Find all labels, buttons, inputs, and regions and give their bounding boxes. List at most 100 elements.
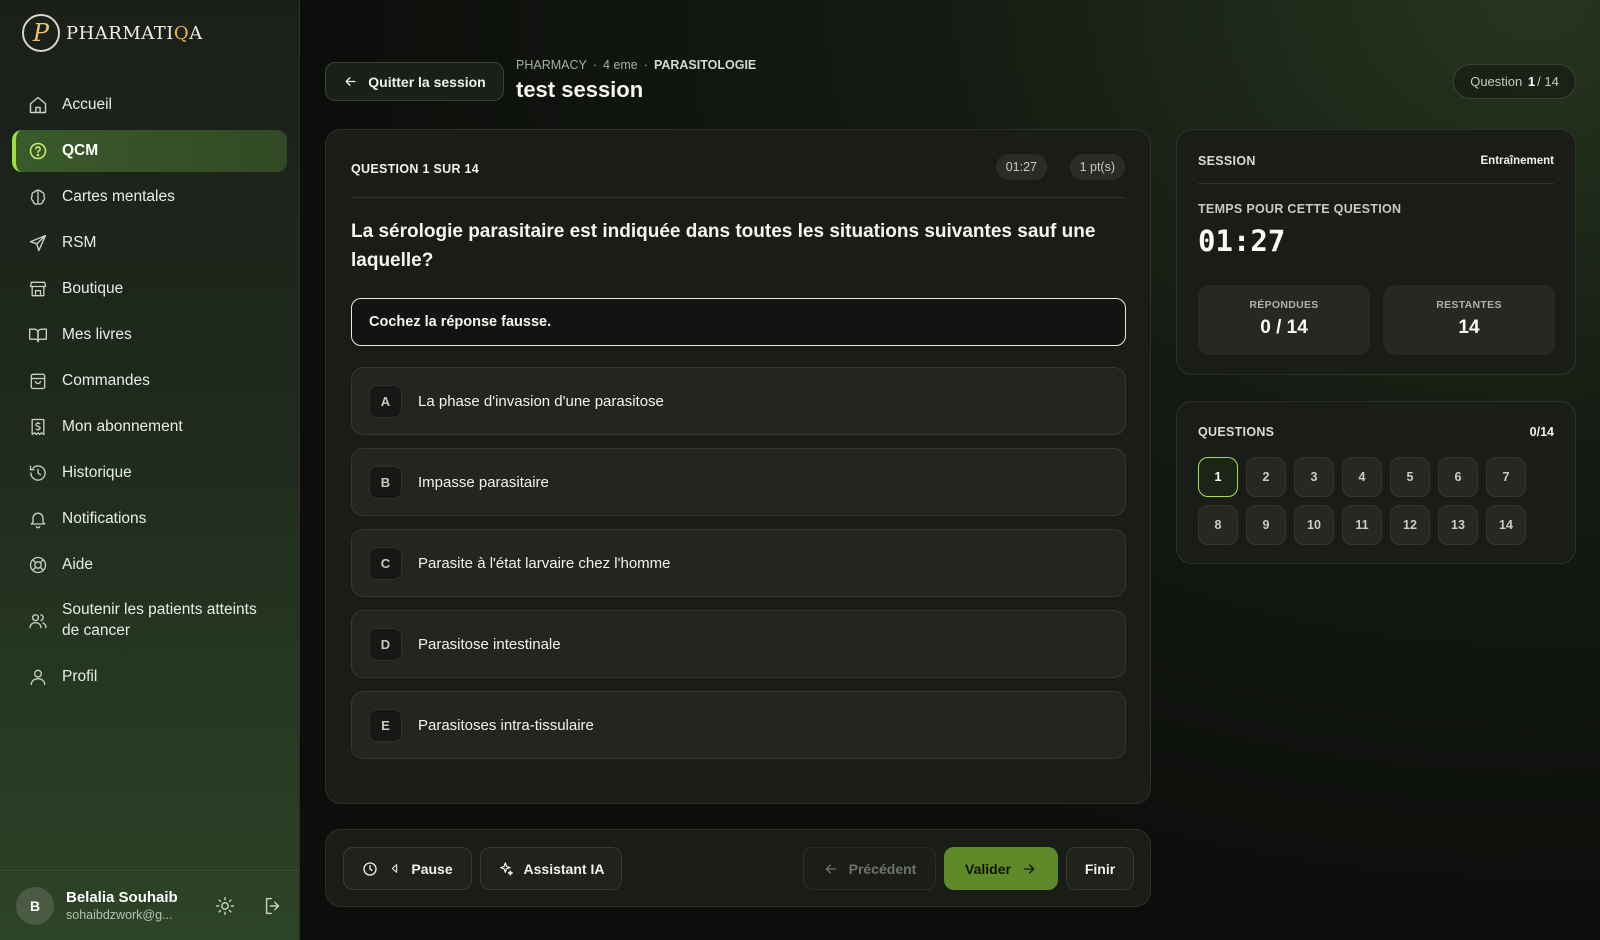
session-panel-header: SESSION Entraînement	[1198, 154, 1554, 184]
question-number-grid: 1 2 3 4 5 6 7 8 9 10 11 12 13 14	[1198, 457, 1538, 545]
remaining-label: RESTANTES	[1436, 299, 1502, 311]
sidebar-item-aide[interactable]: Aide	[12, 544, 287, 586]
question-nav-button[interactable]: 7	[1486, 457, 1526, 497]
sidebar-item-boutique[interactable]: Boutique	[12, 268, 287, 310]
option-text: La phase d'invasion d'une parasitose	[418, 392, 664, 410]
question-card: QUESTION 1 SUR 14 01:27 1 pt(s) La sérol…	[325, 129, 1151, 804]
sidebar-item-mes-livres[interactable]: Mes livres	[12, 314, 287, 356]
previous-button[interactable]: Précédent	[803, 847, 936, 890]
breadcrumb-faculty: PHARMACY	[516, 58, 587, 72]
logout-icon[interactable]	[262, 895, 284, 917]
sidebar-item-label: Mes livres	[62, 325, 132, 343]
arrow-right-icon	[1023, 863, 1035, 874]
lifebuoy-icon	[29, 556, 47, 574]
theme-toggle-sun-icon[interactable]	[214, 895, 236, 917]
quit-session-label: Quitter la session	[368, 73, 486, 90]
questions-navigator-panel: QUESTIONS 0/14 1 2 3 4 5 6 7 8 9 10 11 12 13 14	[1176, 401, 1576, 564]
answered-stat: RÉPONDUES 0 / 14	[1198, 285, 1370, 355]
question-points-pill: 1 pt(s)	[1069, 154, 1125, 180]
question-nav-button[interactable]: 10	[1294, 505, 1334, 545]
bell-icon	[30, 512, 46, 529]
question-nav-button[interactable]: 3	[1294, 457, 1334, 497]
option-letter: B	[369, 465, 402, 499]
pause-button[interactable]: Pause	[343, 847, 472, 890]
option-letter: D	[369, 627, 402, 661]
question-nav-button[interactable]: 8	[1198, 505, 1238, 545]
sidebar-item-rsm[interactable]: RSM	[12, 222, 287, 264]
history-icon	[29, 465, 46, 481]
option-text: Parasitoses intra-tissulaire	[418, 716, 594, 734]
sidebar-item-historique[interactable]: Historique	[12, 452, 287, 494]
sidebar-item-notifications[interactable]: Notifications	[12, 498, 287, 540]
sidebar-item-label: Notifications	[62, 509, 147, 527]
user-info: Belalia Souhaib sohaibdzwork@g...	[66, 889, 188, 922]
question-timer-pill: 01:27	[995, 154, 1047, 180]
sidebar-item-commandes[interactable]: Commandes	[12, 360, 287, 402]
question-nav-button[interactable]: 5	[1390, 457, 1430, 497]
previous-label: Précédent	[848, 860, 917, 877]
action-bar: Pause Assistant IA Précédent Valider Fin…	[325, 829, 1151, 907]
answer-option-c[interactable]: C Parasite à l'état larvaire chez l'homm…	[351, 529, 1126, 597]
sidebar-item-soutenir[interactable]: Soutenir les patients atteints de cancer	[12, 590, 287, 652]
users-icon	[29, 614, 47, 629]
question-nav-button[interactable]: 12	[1390, 505, 1430, 545]
option-text: Parasite à l'état larvaire chez l'homme	[418, 554, 671, 572]
breadcrumb-module: PARASITOLOGIE	[653, 58, 757, 72]
answer-option-b[interactable]: B Impasse parasitaire	[351, 448, 1126, 516]
chevron-left-icon	[392, 864, 398, 873]
questions-answered-count: 0/14	[1529, 425, 1554, 439]
user-email: sohaibdzwork@g...	[66, 908, 173, 922]
brain-icon	[30, 189, 46, 205]
sidebar-item-profil[interactable]: Profil	[12, 656, 287, 698]
answer-option-e[interactable]: E Parasitoses intra-tissulaire	[351, 691, 1126, 759]
help-circle-icon	[29, 142, 47, 160]
pause-label: Pause	[411, 860, 453, 877]
question-instruction: Cochez la réponse fausse.	[351, 298, 1126, 346]
question-nav-button[interactable]: 9	[1246, 505, 1286, 545]
validate-label: Valider	[965, 860, 1011, 877]
ai-assistant-button[interactable]: Assistant IA	[480, 847, 622, 890]
remaining-value: 14	[1458, 317, 1480, 338]
avatar[interactable]: B	[16, 886, 54, 925]
page-title: test session	[516, 77, 644, 102]
question-nav-button[interactable]: 2	[1246, 457, 1286, 497]
option-letter: E	[369, 708, 402, 742]
question-nav-button[interactable]: 6	[1438, 457, 1478, 497]
session-panel: SESSION Entraînement TEMPS POUR CETTE QU…	[1176, 129, 1576, 375]
finish-button[interactable]: Finir	[1066, 847, 1134, 890]
sidebar-item-label: Boutique	[62, 279, 124, 297]
quit-session-button[interactable]: Quitter la session	[325, 62, 504, 101]
question-nav-button[interactable]: 14	[1486, 505, 1526, 545]
question-nav-button[interactable]: 4	[1342, 457, 1382, 497]
option-letter: C	[369, 546, 402, 580]
sidebar-item-label: Soutenir les patients atteints de cancer	[62, 601, 257, 639]
answer-option-a[interactable]: A La phase d'invasion d'une parasitose	[351, 367, 1126, 435]
sidebar-item-label: Commandes	[62, 371, 150, 389]
validate-button[interactable]: Valider	[944, 847, 1058, 890]
question-nav-button[interactable]: 11	[1342, 505, 1382, 545]
brand-logo[interactable]: P PHARMATIQA	[22, 14, 203, 52]
sidebar-item-mon-abonnement[interactable]: Mon abonnement	[12, 406, 287, 448]
arrow-left-icon	[825, 863, 836, 874]
answer-option-d[interactable]: D Parasitose intestinale	[351, 610, 1126, 678]
finish-label: Finir	[1084, 860, 1116, 877]
answered-label: RÉPONDUES	[1249, 299, 1319, 311]
question-nav-button[interactable]: 13	[1438, 505, 1478, 545]
session-panel-title: SESSION	[1198, 154, 1256, 168]
answered-value: 0 / 14	[1260, 317, 1308, 338]
breadcrumb-year: 4 eme	[603, 58, 638, 72]
sidebar-item-cartes-mentales[interactable]: Cartes mentales	[12, 176, 287, 218]
question-time-value: 01:27	[1198, 224, 1286, 258]
user-name: Belalia Souhaib	[66, 889, 178, 906]
user-account: B Belalia Souhaib sohaibdzwork@g...	[0, 870, 300, 940]
send-icon	[29, 234, 47, 252]
user-icon	[30, 669, 46, 686]
question-counter-badge: Question 1/ 14	[1453, 64, 1576, 99]
question-text: La sérologie parasitaire est indiquée da…	[351, 221, 1096, 271]
question-nav-button[interactable]: 1	[1198, 457, 1238, 497]
breadcrumb: PHARMACY · 4 eme · PARASITOLOGIE	[516, 58, 757, 72]
clock-icon	[363, 861, 378, 876]
question-time-label: TEMPS POUR CETTE QUESTION	[1198, 202, 1402, 216]
sidebar-item-accueil[interactable]: Accueil	[12, 84, 287, 126]
sidebar-item-qcm[interactable]: QCM	[12, 130, 287, 172]
